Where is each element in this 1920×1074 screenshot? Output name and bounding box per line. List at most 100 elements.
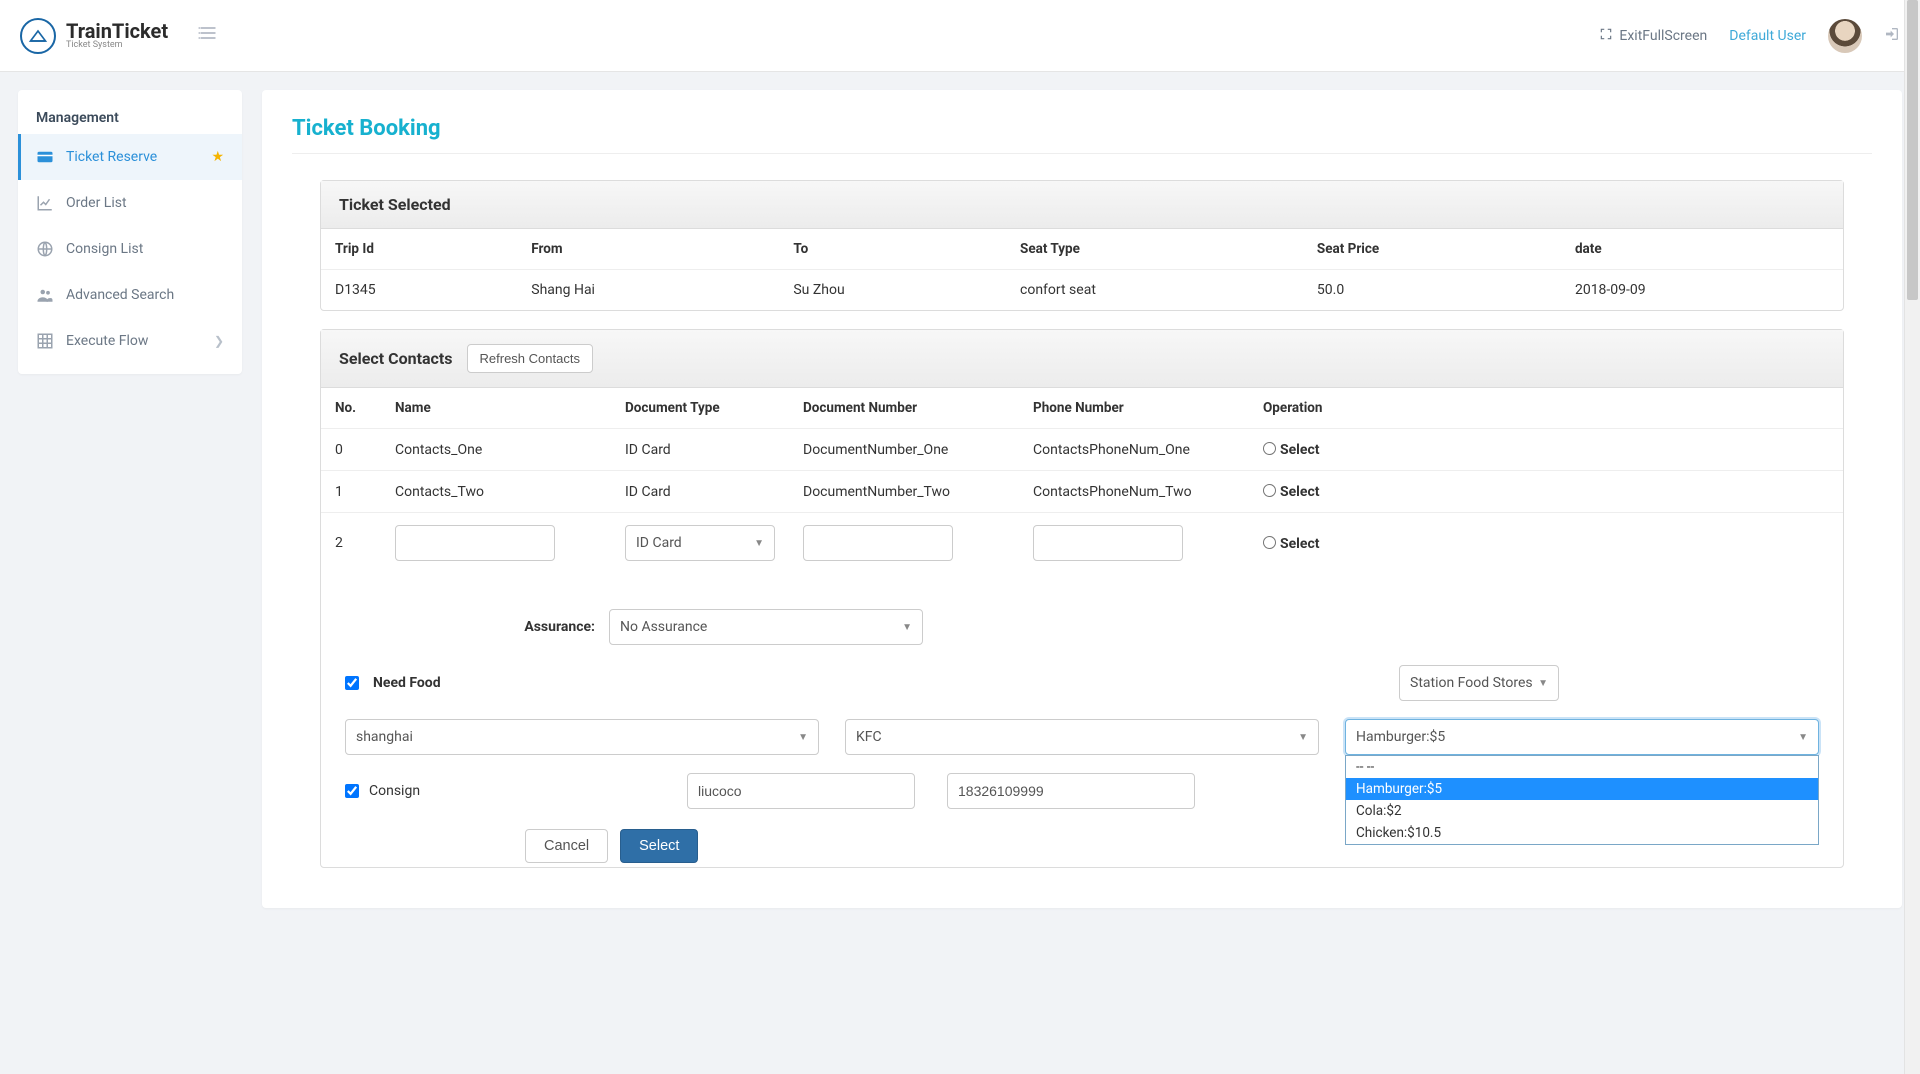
sidebar-item-execute-flow[interactable]: Execute Flow ❯ xyxy=(18,318,242,364)
th-trip-id: Trip Id xyxy=(321,229,517,270)
cell-date: 2018-09-09 xyxy=(1561,270,1843,311)
contacts-table: No. Name Document Type Document Number P… xyxy=(321,388,1843,573)
grid-icon xyxy=(36,332,54,350)
food-source-select[interactable]: Station Food Stores ▼ xyxy=(1399,665,1559,701)
cell-to: Su Zhou xyxy=(779,270,1006,311)
star-icon: ★ xyxy=(211,149,224,165)
chevron-down-icon: ▼ xyxy=(902,622,912,633)
consign-checkbox[interactable] xyxy=(345,784,359,798)
cell-seat-price: 50.0 xyxy=(1303,270,1561,311)
op-label: Select xyxy=(1280,484,1319,500)
scrollbar[interactable] xyxy=(1904,0,1920,1074)
doc-type-value: ID Card xyxy=(636,535,682,551)
sidebar: Management Ticket Reserve ★ Order List C… xyxy=(18,90,242,374)
op-label: Select xyxy=(1280,536,1319,552)
sidebar-item-ticket-reserve[interactable]: Ticket Reserve ★ xyxy=(18,134,242,180)
op-label: Select xyxy=(1280,442,1319,458)
select-contact-radio[interactable] xyxy=(1263,536,1276,549)
exit-fullscreen-label: ExitFullScreen xyxy=(1619,28,1707,44)
dropdown-option[interactable]: Chicken:$10.5 xyxy=(1346,822,1818,844)
food-store-select[interactable]: KFC ▼ xyxy=(845,719,1319,755)
cell-doc-no: DocumentNumber_One xyxy=(789,429,1019,471)
food-city-value: shanghai xyxy=(356,729,413,745)
food-source-value: Station Food Stores xyxy=(1410,675,1533,691)
sidebar-item-advanced-search[interactable]: Advanced Search xyxy=(18,272,242,318)
select-contact-radio[interactable] xyxy=(1263,442,1276,455)
sidebar-item-label: Order List xyxy=(66,195,127,211)
cell-operation: Select xyxy=(1249,513,1843,574)
sidebar-section-title: Management xyxy=(18,110,242,134)
scrollbar-thumb[interactable] xyxy=(1907,0,1918,300)
th-name: Name xyxy=(381,388,611,429)
food-item-select[interactable]: Hamburger:$5 ▼ xyxy=(1345,719,1819,755)
cell-trip-id: D1345 xyxy=(321,270,517,311)
cell-doc-type: ID Card xyxy=(611,429,789,471)
logout-icon[interactable] xyxy=(1884,26,1900,46)
user-name-label: Default User xyxy=(1729,28,1806,44)
divider xyxy=(292,153,1872,154)
cell-phone: ContactsPhoneNum_One xyxy=(1019,429,1249,471)
user-menu[interactable]: Default User xyxy=(1729,28,1806,44)
cancel-button[interactable]: Cancel xyxy=(525,829,608,863)
sidebar-item-label: Consign List xyxy=(66,241,143,257)
dropdown-option[interactable]: -- -- xyxy=(1346,756,1818,778)
avatar[interactable] xyxy=(1828,19,1862,53)
brand-title: TrainTicket xyxy=(66,21,168,41)
cell-operation: Select xyxy=(1249,471,1843,513)
sidebar-item-consign-list[interactable]: Consign List xyxy=(18,226,242,272)
chevron-down-icon: ▼ xyxy=(798,732,808,743)
consign-label: Consign xyxy=(369,783,420,799)
new-contact-name-input[interactable] xyxy=(395,525,555,561)
chevron-right-icon: ❯ xyxy=(214,334,224,348)
consign-name-input[interactable] xyxy=(687,773,915,809)
new-contact-phone-input[interactable] xyxy=(1033,525,1183,561)
table-row: 1 Contacts_Two ID Card DocumentNumber_Tw… xyxy=(321,471,1843,513)
need-food-label: Need Food xyxy=(373,675,441,691)
chevron-down-icon: ▼ xyxy=(754,538,764,549)
table-row-input: 2 ID Card ▼ xyxy=(321,513,1843,574)
assurance-select[interactable]: No Assurance ▼ xyxy=(609,609,923,645)
sidebar-item-label: Ticket Reserve xyxy=(66,149,157,165)
select-contacts-title: Select Contacts xyxy=(339,349,453,368)
food-city-select[interactable]: shanghai ▼ xyxy=(345,719,819,755)
cell-doc-no: DocumentNumber_Two xyxy=(789,471,1019,513)
cell-doc-type: ID Card xyxy=(611,471,789,513)
chevron-down-icon: ▼ xyxy=(1538,678,1548,689)
select-button[interactable]: Select xyxy=(620,829,698,863)
th-doc-type: Document Type xyxy=(611,388,789,429)
cell-name: Contacts_Two xyxy=(381,471,611,513)
assurance-value: No Assurance xyxy=(620,619,707,635)
th-operation: Operation xyxy=(1249,388,1843,429)
th-no: No. xyxy=(321,388,381,429)
dropdown-option[interactable]: Cola:$2 xyxy=(1346,800,1818,822)
cell-no: 1 xyxy=(321,471,381,513)
brand-logo-icon xyxy=(20,18,56,54)
select-contacts-panel: Select Contacts Refresh Contacts No. Nam… xyxy=(320,329,1844,868)
th-date: date xyxy=(1561,229,1843,270)
chevron-down-icon: ▼ xyxy=(1798,732,1808,743)
cell-name: Contacts_One xyxy=(381,429,611,471)
refresh-contacts-button[interactable]: Refresh Contacts xyxy=(467,344,593,373)
food-item-dropdown: -- -- Hamburger:$5 Cola:$2 Chicken:$10.5 xyxy=(1345,755,1819,845)
cell-no: 0 xyxy=(321,429,381,471)
select-contact-radio[interactable] xyxy=(1263,484,1276,497)
food-store-value: KFC xyxy=(856,729,882,745)
dropdown-option[interactable]: Hamburger:$5 xyxy=(1346,778,1818,800)
users-icon xyxy=(36,286,54,304)
menu-toggle-icon[interactable] xyxy=(198,23,218,48)
new-contact-docno-input[interactable] xyxy=(803,525,953,561)
sidebar-item-order-list[interactable]: Order List xyxy=(18,180,242,226)
th-seat-type: Seat Type xyxy=(1006,229,1303,270)
th-seat-price: Seat Price xyxy=(1303,229,1561,270)
th-from: From xyxy=(517,229,779,270)
chart-icon xyxy=(36,194,54,212)
brand: TrainTicket Ticket System xyxy=(20,18,168,54)
cell-phone: ContactsPhoneNum_Two xyxy=(1019,471,1249,513)
consign-phone-input[interactable] xyxy=(947,773,1195,809)
chevron-down-icon: ▼ xyxy=(1298,732,1308,743)
doc-type-select[interactable]: ID Card ▼ xyxy=(625,525,775,561)
need-food-checkbox[interactable] xyxy=(345,676,359,690)
th-to: To xyxy=(779,229,1006,270)
th-doc-number: Document Number xyxy=(789,388,1019,429)
exit-fullscreen-link[interactable]: ExitFullScreen xyxy=(1599,27,1707,45)
